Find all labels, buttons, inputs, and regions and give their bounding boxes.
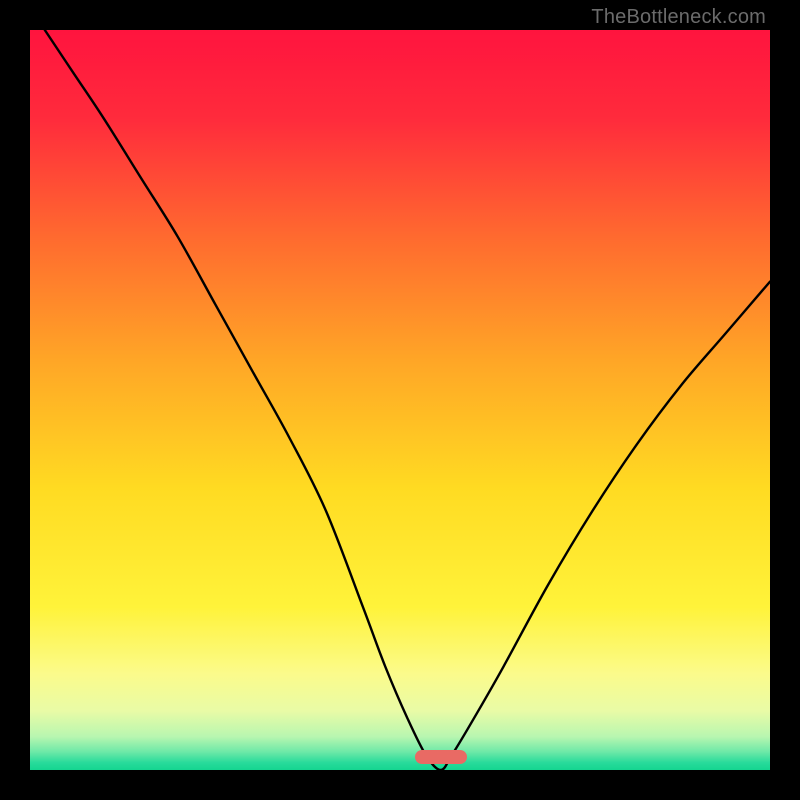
bottleneck-curve: [30, 30, 770, 770]
chart-frame: TheBottleneck.com: [0, 0, 800, 800]
watermark-text: TheBottleneck.com: [591, 6, 766, 29]
minimum-marker-pill: [415, 750, 467, 764]
plot-area: [30, 30, 770, 770]
